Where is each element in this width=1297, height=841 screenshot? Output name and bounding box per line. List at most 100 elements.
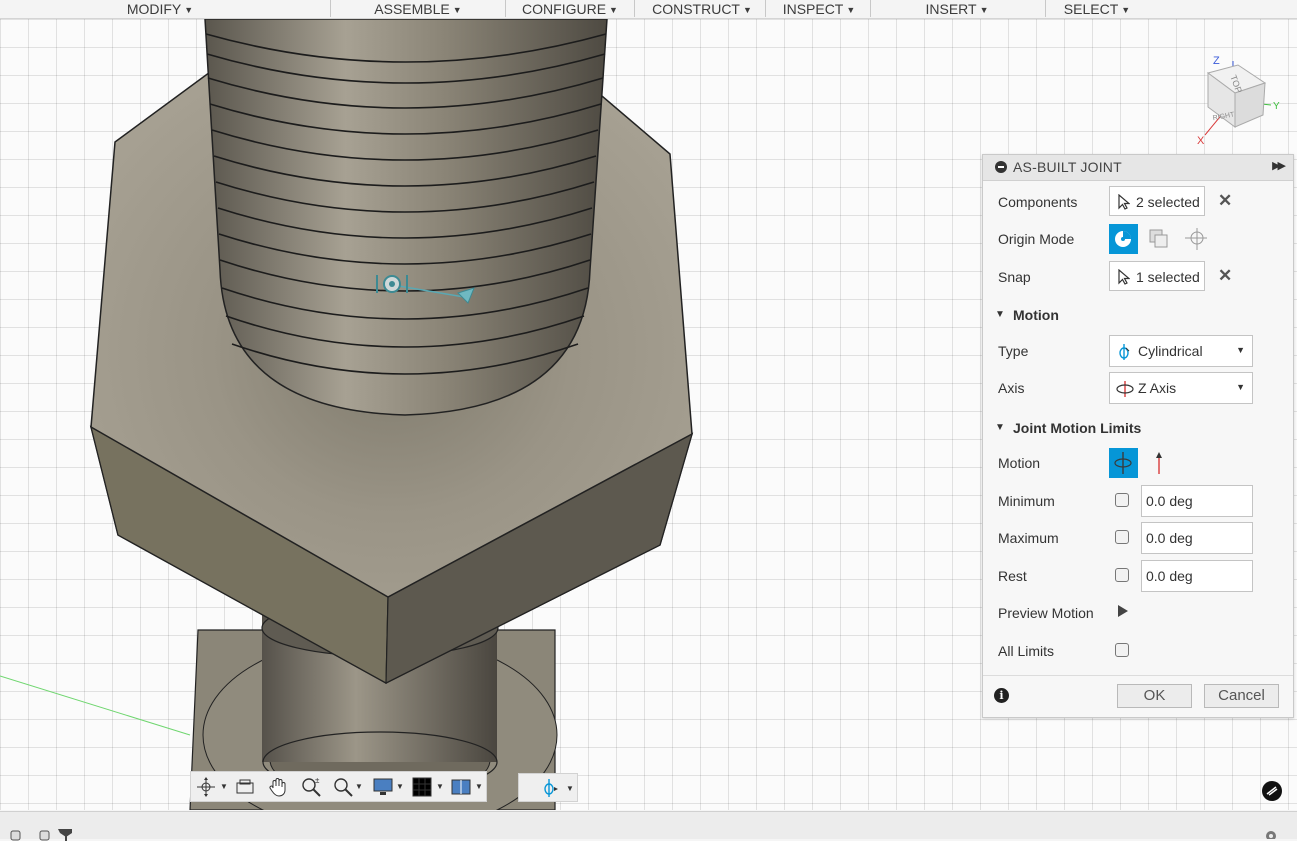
double-arrow-right-icon[interactable]: ▶▶ <box>1272 159 1286 172</box>
view-cube[interactable]: TOP RIGHT Z Y X <box>1195 35 1285 147</box>
caret-down-icon[interactable]: ▼ <box>396 782 404 791</box>
menu-divider <box>765 0 766 17</box>
maximum-label: Maximum <box>998 530 1059 546</box>
pan-hand-icon[interactable] <box>267 776 289 798</box>
menu-divider <box>505 0 506 17</box>
ok-button[interactable]: OK <box>1117 684 1192 708</box>
axis-row: Axis Z Axis ▼ <box>983 371 1293 405</box>
look-at-icon[interactable] <box>234 776 256 798</box>
snap-label: Snap <box>998 269 1031 285</box>
type-value: Cylindrical <box>1138 343 1203 359</box>
feedback-icon[interactable] <box>1261 780 1283 802</box>
caret-down-icon: ▼ <box>1236 345 1245 355</box>
axis-x-label: X <box>1197 135 1205 145</box>
menu-construct-label: CONSTRUCT <box>652 1 740 17</box>
timeline-controls[interactable] <box>10 827 80 841</box>
menu-divider <box>634 0 635 17</box>
panel-header: AS-BUILT JOINT ▶▶ <box>983 155 1293 181</box>
caret-down-icon[interactable]: ▼ <box>436 782 444 791</box>
clear-components-icon[interactable]: ✕ <box>1218 191 1232 211</box>
minimum-input[interactable] <box>1141 485 1253 517</box>
type-dropdown[interactable]: Cylindrical ▼ <box>1109 335 1253 367</box>
minimum-checkbox[interactable] <box>1115 493 1129 507</box>
components-row: Components 2 selected ✕ <box>983 185 1293 219</box>
caret-down-icon[interactable]: ▼ <box>355 782 363 791</box>
fit-zoom-icon[interactable] <box>332 776 354 798</box>
cursor-icon <box>1118 269 1130 285</box>
menu-assemble[interactable]: ASSEMBLE ▼ <box>368 0 468 18</box>
caret-down-icon[interactable]: ▼ <box>475 782 483 791</box>
components-label: Components <box>998 194 1078 210</box>
snap-selection[interactable]: 1 selected <box>1109 261 1205 291</box>
rest-checkbox[interactable] <box>1115 568 1129 582</box>
caret-down-icon: ▼ <box>184 5 194 15</box>
minimum-row: Minimum <box>983 484 1293 518</box>
components-value: 2 selected <box>1136 194 1200 210</box>
caret-down-icon[interactable]: ▼ <box>220 782 228 791</box>
collapse-circle-icon[interactable] <box>995 161 1007 173</box>
rotation-icon <box>1114 452 1132 474</box>
all-limits-label: All Limits <box>998 643 1055 659</box>
cylindrical-joint-icon[interactable] <box>541 777 563 799</box>
cancel-button[interactable]: Cancel <box>1204 684 1279 708</box>
axis-label: Axis <box>998 380 1025 396</box>
menu-modify-label: MODIFY <box>126 1 182 17</box>
origin-two-edge-intersection-button[interactable] <box>1181 224 1210 254</box>
menu-inspect[interactable]: INSPECT ▼ <box>778 0 860 18</box>
motion-section-title: Motion <box>1013 307 1059 323</box>
joint-toolbar: ▼ <box>518 773 578 802</box>
orbit-icon[interactable] <box>195 776 217 798</box>
caret-down-icon: ▼ <box>742 5 752 15</box>
origin-between-two-faces-button[interactable] <box>1145 224 1174 254</box>
menu-select[interactable]: SELECT ▼ <box>1060 0 1134 18</box>
all-limits-checkbox[interactable] <box>1115 643 1129 657</box>
axis-value: Z Axis <box>1138 380 1177 396</box>
menu-modify[interactable]: MODIFY ▼ <box>120 0 200 18</box>
origin-mode-label: Origin Mode <box>998 231 1075 247</box>
joint-motion-limits-header[interactable]: ▼ Joint Motion Limits <box>983 413 1293 443</box>
cursor-icon <box>1118 194 1130 210</box>
navigation-toolbar: ▼ ± ▼ ▼ ▼ ▼ <box>190 771 487 802</box>
motion-section-header[interactable]: ▼ Motion <box>983 300 1293 330</box>
panel-title: AS-BUILT JOINT <box>1013 159 1122 175</box>
z-axis-icon <box>1116 381 1134 397</box>
caret-down-icon[interactable]: ▼ <box>566 784 574 793</box>
caret-down-icon: ▼ <box>1121 5 1131 15</box>
menu-insert-label: INSERT <box>925 1 977 17</box>
axis-dropdown[interactable]: Z Axis ▼ <box>1109 372 1253 404</box>
menu-configure-label: CONFIGURE <box>522 1 607 17</box>
components-selection[interactable]: 2 selected <box>1109 186 1205 216</box>
maximum-checkbox[interactable] <box>1115 530 1129 544</box>
play-icon[interactable] <box>1118 605 1128 617</box>
menu-insert[interactable]: INSERT ▼ <box>920 0 994 18</box>
origin-simple-button[interactable] <box>1109 224 1138 254</box>
menu-construct[interactable]: CONSTRUCT ▼ <box>648 0 756 18</box>
maximum-input[interactable] <box>1141 522 1253 554</box>
motion-label: Motion <box>998 455 1041 471</box>
rotation-motion-button[interactable] <box>1109 448 1138 478</box>
caret-down-icon: ▼ <box>979 5 989 15</box>
joint-motion-limits-title: Joint Motion Limits <box>1013 420 1142 436</box>
viewports-icon[interactable] <box>450 776 472 798</box>
clear-snap-icon[interactable]: ✕ <box>1218 266 1232 286</box>
slide-arrow-icon <box>1156 452 1162 474</box>
svg-text:±: ± <box>315 776 320 785</box>
rest-label: Rest <box>998 568 1027 584</box>
snap-value: 1 selected <box>1136 269 1200 285</box>
display-settings-icon[interactable] <box>372 776 394 798</box>
grid-icon[interactable] <box>411 776 433 798</box>
preview-motion-label: Preview Motion <box>998 605 1094 621</box>
zoom-icon[interactable]: ± <box>300 776 322 798</box>
cylindrical-joint-icon <box>1119 344 1130 360</box>
type-label: Type <box>998 343 1029 359</box>
rest-input[interactable] <box>1141 560 1253 592</box>
info-icon[interactable]: i <box>994 688 1009 703</box>
menu-divider <box>330 0 331 17</box>
slide-motion-button[interactable] <box>1145 448 1174 478</box>
threaded-bolt <box>204 19 608 416</box>
menu-configure[interactable]: CONFIGURE ▼ <box>518 0 622 18</box>
caret-down-icon: ▼ <box>452 5 462 15</box>
maximum-row: Maximum <box>983 521 1293 555</box>
menu-assemble-label: ASSEMBLE <box>374 1 450 17</box>
caret-down-icon: ▼ <box>609 5 618 15</box>
